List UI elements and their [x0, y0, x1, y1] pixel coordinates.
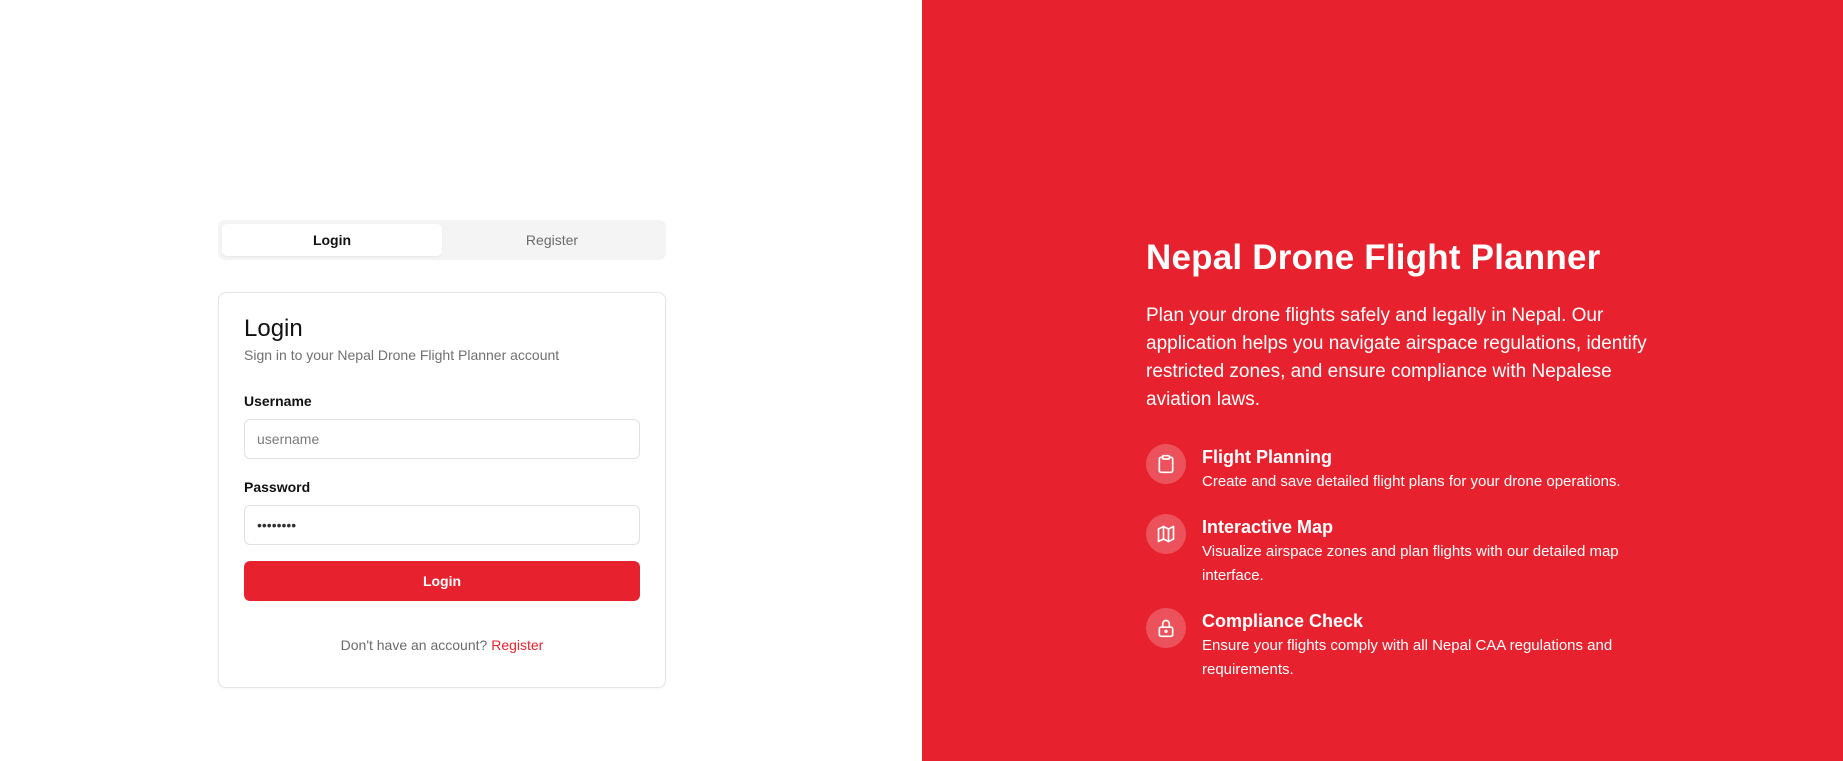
feature-title: Flight Planning: [1202, 447, 1332, 467]
feature-title: Interactive Map: [1202, 517, 1334, 537]
hero-title: Nepal Drone Flight Planner: [1146, 238, 1601, 277]
card-subtitle: Sign in to your Nepal Drone Flight Plann…: [244, 347, 560, 363]
login-card: Login Sign in to your Nepal Drone Flight…: [218, 292, 666, 688]
feature-text: Compliance Check Ensure your flights com…: [1202, 608, 1652, 682]
feature-item: Compliance Check Ensure your flights com…: [1146, 608, 1666, 682]
register-link[interactable]: Register: [491, 637, 543, 653]
feature-description: Create and save detailed flight plans fo…: [1202, 473, 1621, 490]
password-input[interactable]: [244, 505, 640, 545]
tab-register[interactable]: Register: [442, 224, 662, 256]
card-title: Login: [244, 315, 303, 342]
hero-description: Plan your drone flights safely and legal…: [1146, 305, 1647, 410]
feature-item: Flight Planning Create and save detailed…: [1146, 444, 1666, 494]
tab-login[interactable]: Login: [222, 224, 442, 256]
username-label: Username: [244, 393, 312, 409]
map-icon: [1146, 514, 1186, 554]
auth-tabs: Login Register: [218, 220, 666, 260]
register-prompt: Don't have an account? Register: [244, 637, 640, 653]
hero-content: Nepal Drone Flight Planner Plan your dro…: [1146, 236, 1666, 702]
login-button[interactable]: Login: [244, 561, 640, 601]
feature-list: Flight Planning Create and save detailed…: [1146, 444, 1666, 682]
auth-container: Login Register Login Sign in to your Nep…: [218, 220, 666, 688]
feature-item: Interactive Map Visualize airspace zones…: [1146, 514, 1666, 588]
feature-title: Compliance Check: [1202, 611, 1364, 631]
username-input[interactable]: [244, 419, 640, 459]
feature-description: Visualize airspace zones and plan flight…: [1202, 543, 1619, 584]
clipboard-icon: [1146, 444, 1186, 484]
page: Login Register Login Sign in to your Nep…: [0, 0, 1843, 761]
feature-text: Interactive Map Visualize airspace zones…: [1202, 514, 1652, 588]
lock-icon: [1146, 608, 1186, 648]
hero-panel: Nepal Drone Flight Planner Plan your dro…: [922, 0, 1843, 761]
register-prompt-text: Don't have an account?: [340, 637, 488, 653]
feature-description: Ensure your flights comply with all Nepa…: [1202, 637, 1613, 678]
feature-text: Flight Planning Create and save detailed…: [1202, 444, 1621, 494]
password-label: Password: [244, 479, 311, 495]
auth-panel: Login Register Login Sign in to your Nep…: [0, 0, 922, 761]
